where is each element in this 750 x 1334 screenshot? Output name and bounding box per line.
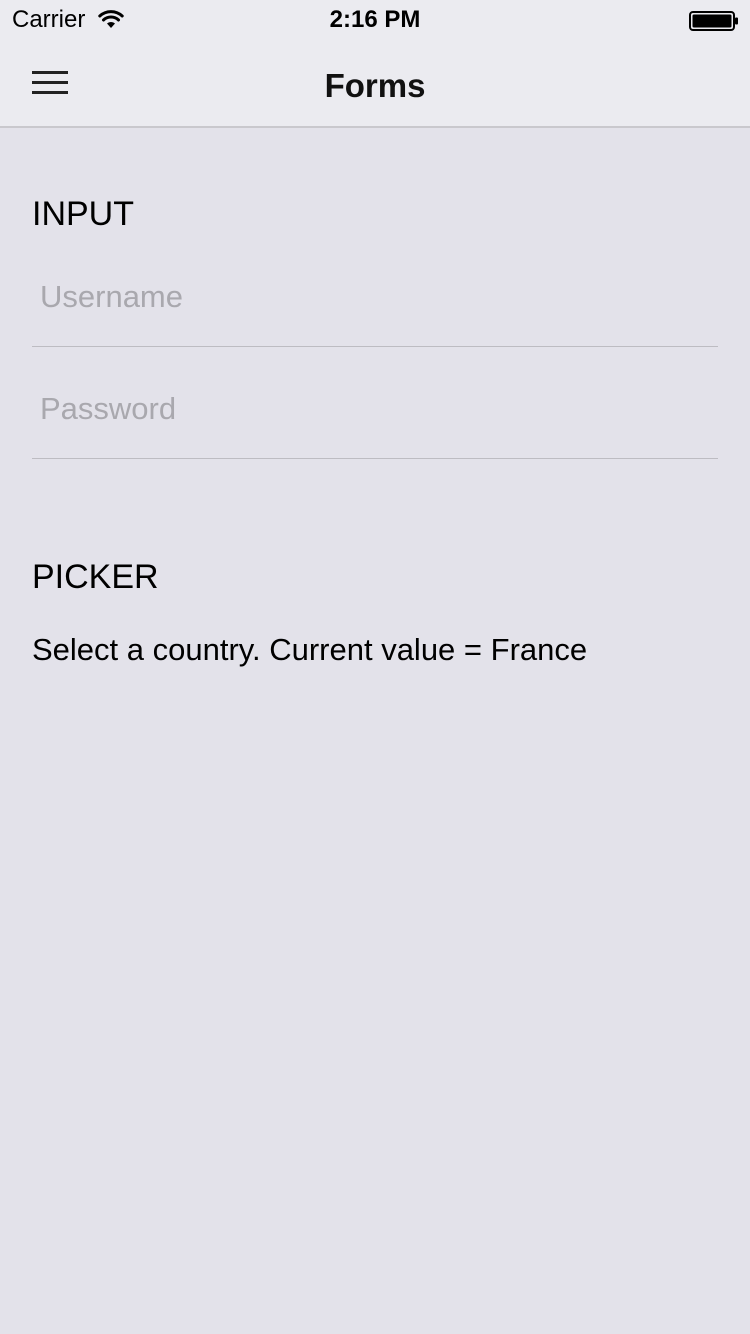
picker-section-title: PICKER: [32, 558, 159, 596]
input-section-title: INPUT: [32, 195, 134, 233]
status-bar: Carrier 2:16 PM: [0, 0, 750, 40]
password-field[interactable]: [32, 369, 718, 459]
username-field[interactable]: [32, 257, 718, 347]
password-input[interactable]: [40, 387, 710, 431]
battery-icon: [689, 11, 738, 31]
username-input[interactable]: [40, 275, 710, 319]
page-title: Forms: [324, 67, 426, 104]
top-bar: Carrier 2:16 PM Forms: [0, 0, 750, 128]
country-picker[interactable]: Select a country. Current value = France: [32, 631, 587, 669]
status-time: 2:16 PM: [329, 6, 421, 33]
